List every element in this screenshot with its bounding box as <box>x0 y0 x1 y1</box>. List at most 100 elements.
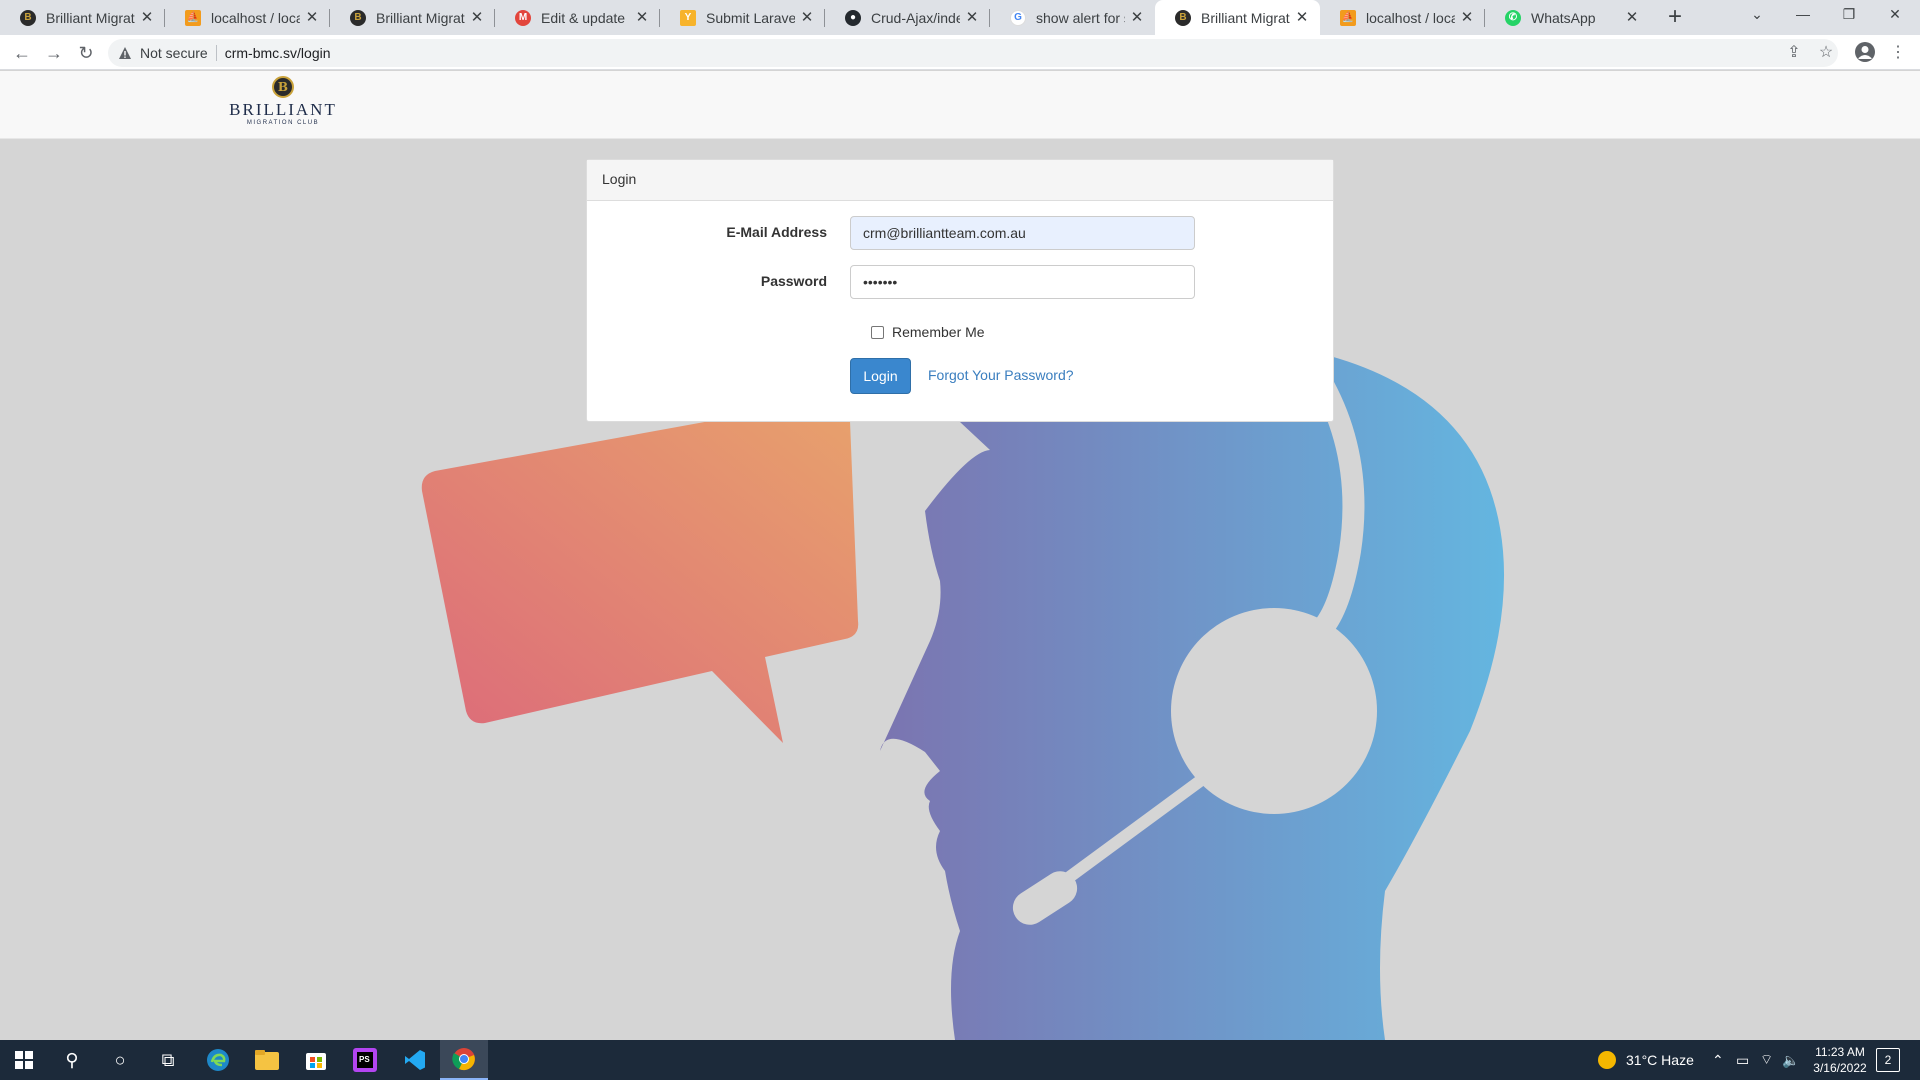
clock-date: 3/16/2022 <box>1813 1061 1867 1075</box>
tab-brilliant-1[interactable]: B Brilliant Migration Club ✕ <box>0 0 165 35</box>
tab-title: show alert for specific <box>1036 9 1125 26</box>
close-tab-icon[interactable]: ✕ <box>1624 9 1640 26</box>
login-panel: Login E-Mail Address Password Remember M… <box>586 159 1334 422</box>
close-window-button[interactable]: ✕ <box>1872 0 1918 30</box>
phpmyadmin-favicon-icon: ⛵ <box>1340 9 1356 26</box>
password-label: Password <box>760 273 827 289</box>
bookmark-star-icon[interactable]: ☆ <box>1814 41 1838 65</box>
google-favicon-icon: G <box>1010 9 1026 26</box>
tab-title: Brilliant Migration Club <box>46 9 135 26</box>
login-button[interactable]: Login <box>850 358 911 394</box>
tab-title: Crud-Ajax/index.blade <box>871 9 960 26</box>
show-hidden-icons-icon[interactable]: ⌃ <box>1712 1040 1724 1080</box>
brand-emblem-icon: B <box>272 76 294 98</box>
remember-me[interactable]: Remember Me <box>871 324 985 340</box>
weather-text: 31°C Haze <box>1626 1052 1694 1068</box>
notifications-icon[interactable]: 2 <box>1876 1048 1900 1072</box>
security-status[interactable]: Not secure <box>140 45 208 61</box>
address-bar[interactable]: Not secure crm-bmc.sv/login <box>108 39 1838 67</box>
search-icon[interactable]: ⚲ <box>48 1040 96 1080</box>
windows-taskbar: ⚲ ○ ⧉ PS 31°C Haze ⌃ ▭ ⌔ 🔈 11:23 AM 3/16… <box>0 1040 1920 1080</box>
agent-head-icon <box>880 341 1505 1040</box>
close-tab-icon[interactable]: ✕ <box>1459 9 1475 26</box>
restore-button[interactable]: ❐ <box>1826 0 1872 30</box>
clock-time: 11:23 AM <box>1815 1045 1865 1059</box>
tab-brilliant-active[interactable]: B Brilliant Migration Club ✕ <box>1155 0 1320 35</box>
system-clock[interactable]: 11:23 AM 3/16/2022 <box>1798 1044 1882 1076</box>
brand-logo[interactable]: B BRILLIANT MIGRATION CLUB <box>228 76 338 134</box>
phpstorm-icon[interactable]: PS <box>341 1040 389 1080</box>
close-tab-icon[interactable]: ✕ <box>799 9 815 26</box>
back-button[interactable]: ← <box>8 39 36 67</box>
close-tab-icon[interactable]: ✕ <box>1294 9 1310 26</box>
svg-text:PS: PS <box>359 1055 370 1064</box>
store-icon[interactable] <box>292 1040 340 1080</box>
weather-widget[interactable]: 31°C Haze <box>1598 1040 1694 1080</box>
tab-title: WhatsApp <box>1531 9 1596 26</box>
warning-icon[interactable] <box>118 46 132 60</box>
tab-title: Brilliant Migration Club <box>1201 9 1290 26</box>
brilliant-favicon-icon: B <box>20 9 36 26</box>
speech-bubble-icon <box>421 400 859 743</box>
tab-edit-update[interactable]: M Edit & update Items ✕ <box>495 0 660 35</box>
tab-search-button[interactable]: ⌄ <box>1734 0 1780 30</box>
network-icon[interactable]: ⌔ <box>1760 1040 1773 1080</box>
close-tab-icon[interactable]: ✕ <box>139 9 155 26</box>
url-text[interactable]: crm-bmc.sv/login <box>225 45 331 61</box>
sun-haze-icon <box>1598 1051 1616 1069</box>
browser-toolbar: ← → ↻ Not secure crm-bmc.sv/login ⇪ ☆ ⋮ <box>0 35 1920 70</box>
brand-subtitle: MIGRATION CLUB <box>246 120 320 126</box>
tab-title: Submit Laravel Form <box>706 9 795 26</box>
phpmyadmin-favicon-icon: ⛵ <box>185 9 201 26</box>
tab-show-alert[interactable]: G show alert for specific ✕ <box>990 0 1155 35</box>
volume-muted-icon[interactable]: 🔈 <box>1782 1040 1799 1080</box>
page-viewport: B BRILLIANT MIGRATION CLUB Login E-Mail … <box>0 71 1920 1040</box>
meet-now-icon[interactable]: ▭ <box>1736 1040 1749 1080</box>
tab-whatsapp[interactable]: ✆ WhatsApp ✕ <box>1485 0 1650 35</box>
tab-title: localhost / localhost <box>1366 9 1455 26</box>
brand-name: BRILLIANT <box>229 100 337 119</box>
task-view-icon[interactable]: ⧉ <box>144 1040 192 1080</box>
profile-avatar-icon[interactable] <box>1853 41 1877 65</box>
forgot-password-link[interactable]: Forgot Your Password? <box>928 367 1074 383</box>
tab-title: Brilliant Migration Club <box>376 9 465 26</box>
forward-button[interactable]: → <box>40 39 68 67</box>
tab-brilliant-2[interactable]: B Brilliant Migration Club ✕ <box>330 0 495 35</box>
chrome-icon[interactable] <box>440 1040 488 1080</box>
whatsapp-favicon-icon: ✆ <box>1505 9 1521 26</box>
vscode-icon[interactable] <box>391 1040 439 1080</box>
yellow-favicon-icon: Y <box>680 9 696 26</box>
kebab-menu-icon[interactable]: ⋮ <box>1886 41 1910 65</box>
brilliant-favicon-icon: B <box>350 9 366 26</box>
minimize-button[interactable]: — <box>1780 0 1826 30</box>
close-tab-icon[interactable]: ✕ <box>1129 9 1145 26</box>
tab-localhost-1[interactable]: ⛵ localhost / localhost ✕ <box>165 0 330 35</box>
password-field[interactable] <box>850 265 1195 299</box>
tab-title: localhost / localhost <box>211 9 300 26</box>
brilliant-favicon-icon: B <box>1175 9 1191 26</box>
share-icon[interactable]: ⇪ <box>1782 41 1806 65</box>
github-favicon-icon: ● <box>845 9 861 26</box>
new-tab-button[interactable]: + <box>1661 4 1689 32</box>
tab-strip: B Brilliant Migration Club ✕ ⛵ localhost… <box>0 0 1920 35</box>
tab-crud-ajax[interactable]: ● Crud-Ajax/index.blade ✕ <box>825 0 990 35</box>
panel-title: Login <box>587 160 1333 201</box>
cortana-icon[interactable]: ○ <box>96 1040 144 1080</box>
site-navbar: B BRILLIANT MIGRATION CLUB <box>0 71 1920 139</box>
tab-title: Edit & update Items <box>541 9 630 26</box>
edge-icon[interactable] <box>194 1040 242 1080</box>
red-m-favicon-icon: M <box>515 9 531 26</box>
close-tab-icon[interactable]: ✕ <box>469 9 485 26</box>
close-tab-icon[interactable]: ✕ <box>304 9 320 26</box>
remember-checkbox[interactable] <box>871 325 884 339</box>
email-field[interactable] <box>850 216 1195 250</box>
file-explorer-icon[interactable] <box>243 1040 291 1080</box>
start-windows-icon[interactable] <box>0 1040 48 1080</box>
close-tab-icon[interactable]: ✕ <box>634 9 650 26</box>
remember-label[interactable]: Remember Me <box>892 324 985 340</box>
tab-localhost-2[interactable]: ⛵ localhost / localhost ✕ <box>1320 0 1485 35</box>
tab-submit-laravel[interactable]: Y Submit Laravel Form ✕ <box>660 0 825 35</box>
email-label: E-Mail Address <box>726 224 827 240</box>
close-tab-icon[interactable]: ✕ <box>964 9 980 26</box>
reload-button[interactable]: ↻ <box>72 39 100 67</box>
